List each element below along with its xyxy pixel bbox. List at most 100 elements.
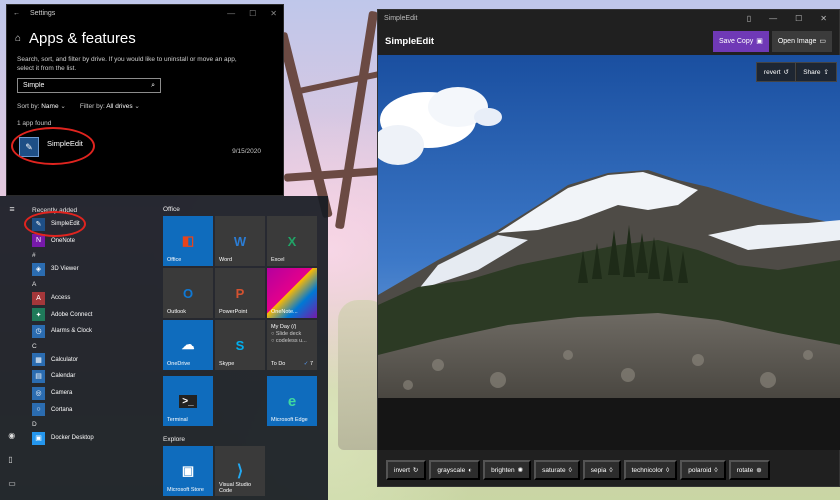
start-app-item[interactable]: ✦ Adobe Connect xyxy=(28,306,156,323)
filter-toolbar: invert ↻ grayscale ◐ brighten ✺ saturate ◊ s… xyxy=(378,455,840,485)
tile-onedrive[interactable]: ☁ OneDrive xyxy=(163,320,213,370)
app-search-box[interactable]: ⌕ xyxy=(17,78,161,93)
tile-microsoft-store[interactable]: ▣ Microsoft Store xyxy=(163,446,213,496)
group-letter[interactable]: C xyxy=(28,340,156,352)
group-letter[interactable]: # xyxy=(28,249,156,261)
filter-rotate-button[interactable]: rotate ⊕ xyxy=(728,460,770,480)
pictures-icon[interactable]: ▭ xyxy=(8,479,16,488)
filter-dropdown[interactable]: Filter by: All drives ⌄ xyxy=(80,102,140,110)
docker-icon: ▣ xyxy=(32,431,45,445)
tile-word[interactable]: W Word xyxy=(215,216,265,266)
group-letter[interactable]: A xyxy=(28,278,156,290)
tile-outlook[interactable]: O Outlook xyxy=(163,268,213,318)
start-app-item[interactable]: ◷ Alarms & Clock xyxy=(28,323,156,340)
share-button[interactable]: Share ⇪ xyxy=(795,62,837,82)
start-menu: ≡ ◉ ▯ ▭ Recently added ✎ SimpleEdit N On… xyxy=(0,196,328,500)
save-copy-button[interactable]: Save Copy ▣ xyxy=(712,30,769,52)
tile-skype[interactable]: S Skype xyxy=(215,320,265,370)
app-search-input[interactable] xyxy=(23,82,133,89)
minimize-icon[interactable]: — xyxy=(769,14,777,23)
home-icon[interactable]: ⌂ xyxy=(15,33,21,44)
app-install-date: 9/15/2020 xyxy=(232,147,261,155)
tile-microsoft-edge[interactable]: e Microsoft Edge xyxy=(267,376,317,426)
skype-icon: S xyxy=(235,337,245,353)
simpleedit-appbar: SimpleEdit Save Copy ▣ Open Image ▭ xyxy=(378,26,839,56)
drop-icon: ◊ xyxy=(609,466,613,474)
start-app-label: Camera xyxy=(51,390,73,397)
office-icon: ◧ xyxy=(181,233,195,248)
tile-my-day[interactable]: My Day (/) ○ Slide deck ○ codeless u... … xyxy=(267,320,317,370)
user-avatar-icon[interactable]: ◉ xyxy=(8,431,16,440)
onenote-icon: N xyxy=(32,234,45,248)
tile-gap xyxy=(215,376,265,426)
start-app-label: Access xyxy=(51,295,71,302)
start-app-item[interactable]: A Access xyxy=(28,290,156,307)
start-app-item[interactable]: ▤ Calendar xyxy=(28,368,156,385)
documents-icon[interactable]: ▯ xyxy=(8,455,16,464)
app-list-item-simpleedit[interactable]: ✎ SimpleEdit 9/15/2020 xyxy=(11,127,273,165)
start-app-item[interactable]: ◈ 3D Viewer xyxy=(28,261,156,278)
maximize-icon[interactable]: ☐ xyxy=(795,14,802,23)
sort-filter-row: Sort by: Name ⌄ Filter by: All drives ⌄ xyxy=(7,93,283,110)
simpleedit-window: SimpleEdit ▯ — ☐ ✕ SimpleEdit Save Copy … xyxy=(377,9,840,487)
filter-grayscale-button[interactable]: grayscale ◐ xyxy=(429,460,481,480)
close-icon[interactable]: ✕ xyxy=(270,9,277,18)
highlight-circle xyxy=(24,211,86,237)
tile-excel[interactable]: X Excel xyxy=(267,216,317,266)
share-icon: ⇪ xyxy=(823,69,829,76)
save-icon: ▣ xyxy=(756,38,763,45)
adobe-connect-icon: ✦ xyxy=(32,308,45,322)
todo-item: codeless u... xyxy=(275,338,307,344)
start-app-label: OneNote xyxy=(51,237,76,244)
start-app-item[interactable]: ◎ Camera xyxy=(28,385,156,402)
revert-button[interactable]: revert ↺ xyxy=(755,62,797,82)
tile-vscode[interactable]: ⟩ Visual Studio Code xyxy=(215,446,265,496)
document-icon[interactable]: ▯ xyxy=(747,14,751,23)
page-header: ⌂ Apps & features xyxy=(7,22,283,47)
tile-group-office: Office xyxy=(163,206,180,213)
tile-terminal[interactable]: >_ Terminal xyxy=(163,376,213,426)
filter-saturate-button[interactable]: saturate ◊ xyxy=(534,460,580,480)
contrast-icon: ◐ xyxy=(468,466,473,474)
tile-onenote[interactable]: OneNote... xyxy=(267,268,317,318)
close-icon[interactable]: ✕ xyxy=(820,14,827,23)
chevron-down-icon: ⌄ xyxy=(134,103,140,110)
filter-polaroid-button[interactable]: polaroid ◊ xyxy=(680,460,726,480)
3d-viewer-icon: ◈ xyxy=(32,262,45,276)
tile-office[interactable]: ◧ Office xyxy=(163,216,213,266)
outlook-icon: O xyxy=(182,285,194,301)
explore-tile-grid: ▣ Microsoft Store ⟩ Visual Studio Code xyxy=(163,446,323,496)
maximize-icon[interactable]: ☐ xyxy=(249,9,256,18)
page-title: Apps & features xyxy=(29,30,136,47)
image-canvas[interactable]: revert ↺ Share ⇪ xyxy=(378,55,840,450)
hamburger-menu-icon[interactable]: ≡ xyxy=(9,204,14,214)
back-arrow-icon[interactable]: ← xyxy=(13,10,20,17)
tile-powerpoint[interactable]: P PowerPoint xyxy=(215,268,265,318)
filter-brighten-button[interactable]: brighten ✺ xyxy=(483,460,532,480)
filter-invert-button[interactable]: invert ↻ xyxy=(386,460,427,480)
folder-icon: ▭ xyxy=(819,38,826,45)
wallpaper-beam xyxy=(292,70,382,96)
start-rail: ≡ ◉ ▯ ▭ xyxy=(0,196,24,500)
cortana-icon: ○ xyxy=(32,403,45,417)
sort-dropdown[interactable]: Sort by: Name ⌄ xyxy=(17,102,66,110)
open-image-button[interactable]: Open Image ▭ xyxy=(771,30,832,52)
start-app-item[interactable]: ▦ Calculator xyxy=(28,352,156,369)
settings-window: ← Settings — ☐ ✕ ⌂ Apps & features Searc… xyxy=(6,4,284,196)
start-app-list: Recently added ✎ SimpleEdit N OneNote # … xyxy=(24,204,156,447)
word-icon: W xyxy=(233,233,247,249)
filter-sepia-button[interactable]: sepia ◊ xyxy=(582,460,621,480)
chevron-down-icon: ⌄ xyxy=(60,103,66,110)
minimize-icon[interactable]: — xyxy=(227,9,235,18)
search-icon[interactable]: ⌕ xyxy=(151,82,155,90)
group-letter[interactable]: D xyxy=(28,418,156,430)
filter-technicolor-button[interactable]: technicolor ◊ xyxy=(623,460,678,480)
start-app-item[interactable]: ○ Cortana xyxy=(28,401,156,418)
tile-group-explore: Explore xyxy=(163,436,186,443)
start-app-label: Calculator xyxy=(51,356,79,363)
drop-icon: ◊ xyxy=(666,466,670,474)
clock-icon: ◷ xyxy=(32,324,45,338)
simpleedit-titlebar: SimpleEdit ▯ — ☐ ✕ xyxy=(378,10,839,26)
start-app-item[interactable]: ✎ SimpleEdit xyxy=(24,211,156,237)
start-app-item[interactable]: ▣ Docker Desktop xyxy=(28,430,156,447)
